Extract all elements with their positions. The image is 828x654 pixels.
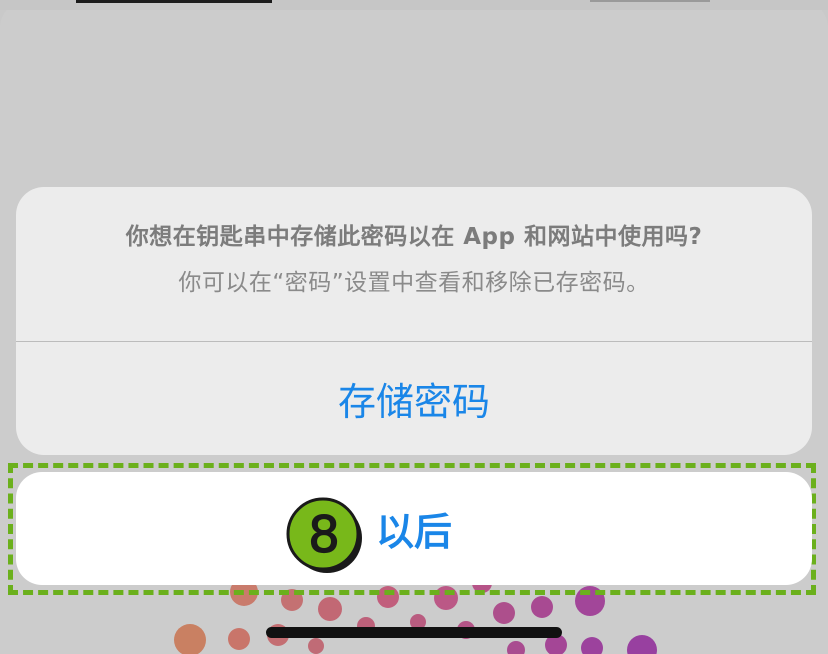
dot (627, 635, 657, 654)
status-strip (0, 0, 828, 10)
dot (174, 624, 206, 654)
dot (507, 641, 525, 654)
dot (228, 628, 250, 650)
alert-title: 你想在钥匙串中存储此密码以在 App 和网站中使用吗? (125, 224, 703, 250)
dot (581, 637, 603, 654)
save-password-alert: 你想在钥匙串中存储此密码以在 App 和网站中使用吗? 你可以在“密码”设置中查… (16, 187, 812, 455)
home-indicator[interactable] (266, 627, 562, 638)
status-strip-left (76, 0, 272, 3)
dot (318, 597, 342, 621)
dot (308, 638, 324, 654)
save-password-button[interactable]: 存储密码 (16, 342, 812, 455)
badge-number: 8 (308, 506, 340, 564)
not-now-label: 以后 (375, 510, 452, 554)
step-number-badge: 8 (286, 497, 362, 573)
status-strip-right (590, 0, 710, 2)
alert-message: 你可以在“密码”设置中查看和移除已存密码。 (178, 270, 650, 296)
dot (493, 602, 515, 624)
dot (531, 596, 553, 618)
not-now-button[interactable]: 以后 (16, 472, 812, 585)
